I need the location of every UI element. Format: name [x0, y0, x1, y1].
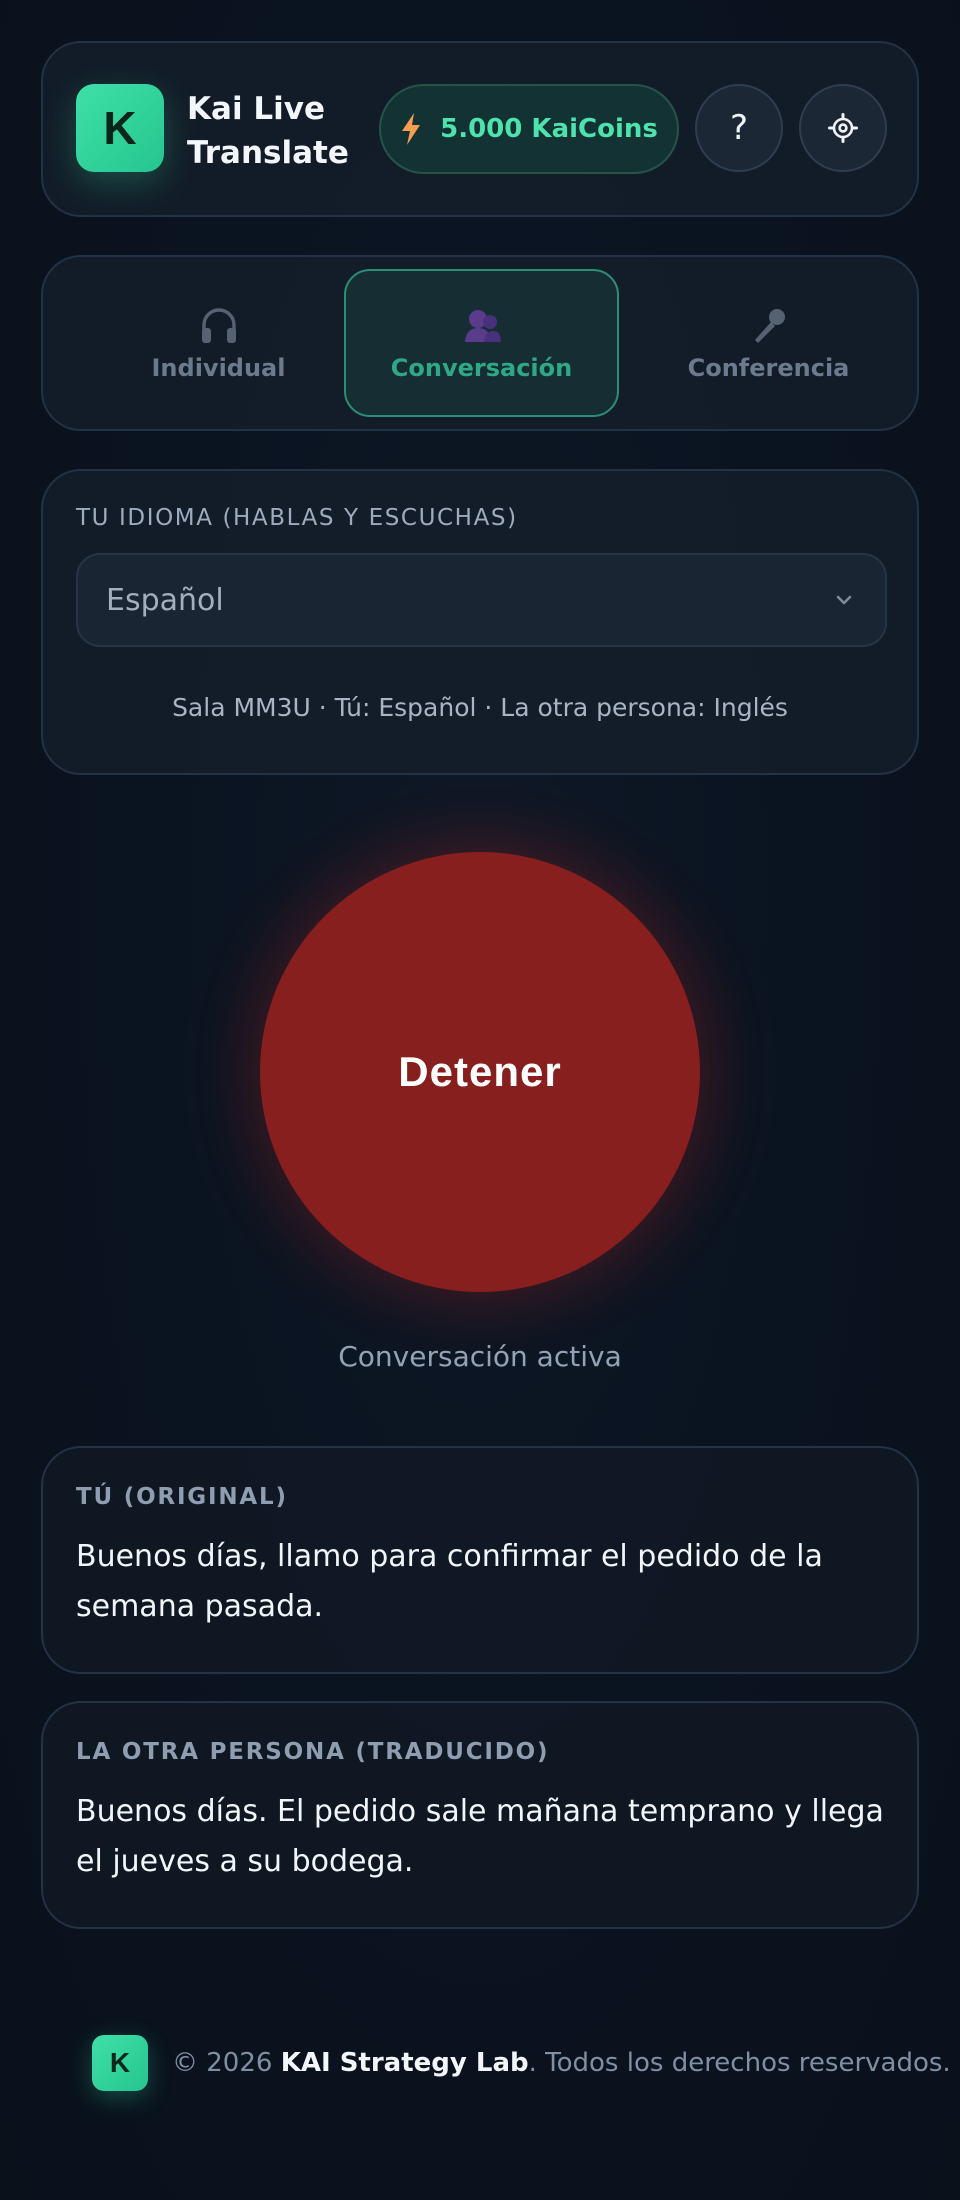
language-select[interactable]: Español — [76, 553, 887, 647]
original-transcript-label: TÚ (ORIGINAL) — [76, 1484, 288, 1510]
tab-individual-label: Individual — [151, 354, 286, 382]
original-transcript-card: TÚ (ORIGINAL) Buenos días, llamo para co… — [41, 1446, 919, 1674]
app-logo: K — [76, 84, 164, 172]
lightning-icon — [402, 113, 421, 145]
microphone-icon — [754, 309, 785, 343]
stop-button[interactable]: Detener — [260, 852, 700, 1292]
stop-button-label: Detener — [398, 1048, 562, 1095]
footer-copyright: © 2026 KAI Strategy Lab. Todos los derec… — [172, 2048, 951, 2078]
language-card: TU IDIOMA (HABLAS Y ESCUCHAS) Español Sa… — [41, 469, 919, 775]
kaicoins-label: 5.000 KaiCoins — [440, 114, 658, 144]
room-info: Sala MM3U · Tú: Español · La otra person… — [172, 693, 788, 722]
footer-copyright-year: © 2026 — [172, 2048, 281, 2078]
tab-conversacion[interactable]: Conversación — [344, 269, 619, 417]
tab-individual[interactable]: Individual — [81, 269, 356, 417]
mode-tabs: Individual Conversación Conferencia — [41, 255, 919, 431]
translated-transcript-label: LA OTRA PERSONA (TRADUCIDO) — [76, 1739, 550, 1765]
app-title: Kai Live Translate — [187, 91, 349, 171]
footer-brand: KAI Strategy Lab — [280, 2048, 529, 2078]
conversation-status: Conversación activa — [338, 1340, 622, 1373]
footer-logo: K — [92, 2035, 148, 2091]
kaicoins-balance-button[interactable]: 5.000 KaiCoins — [379, 84, 679, 174]
original-transcript-text: Buenos días, llamo para confirmar el ped… — [76, 1539, 823, 1624]
translated-transcript-card: LA OTRA PERSONA (TRADUCIDO) Buenos días.… — [41, 1701, 919, 1929]
headphones-icon — [201, 308, 236, 343]
language-label: TU IDIOMA (HABLAS Y ESCUCHAS) — [76, 505, 518, 531]
footer-rights: . Todos los derechos reservados. — [528, 2048, 951, 2078]
app-page: K Kai Live Translate 5.000 KaiCoins ? In… — [0, 0, 960, 2200]
question-mark-icon: ? — [729, 108, 749, 148]
tab-conferencia[interactable]: Conferencia — [631, 269, 906, 417]
people-icon — [464, 310, 501, 342]
header-card: K Kai Live Translate 5.000 KaiCoins ? — [41, 41, 919, 217]
tab-conversacion-label: Conversación — [390, 354, 573, 382]
gear-icon — [828, 113, 858, 143]
help-button[interactable]: ? — [695, 84, 783, 172]
chevron-down-icon — [836, 595, 852, 605]
language-select-value: Español — [106, 583, 224, 618]
tab-conferencia-label: Conferencia — [687, 354, 850, 382]
settings-button[interactable] — [799, 84, 887, 172]
translated-transcript-text: Buenos días. El pedido sale mañana tempr… — [76, 1794, 884, 1879]
